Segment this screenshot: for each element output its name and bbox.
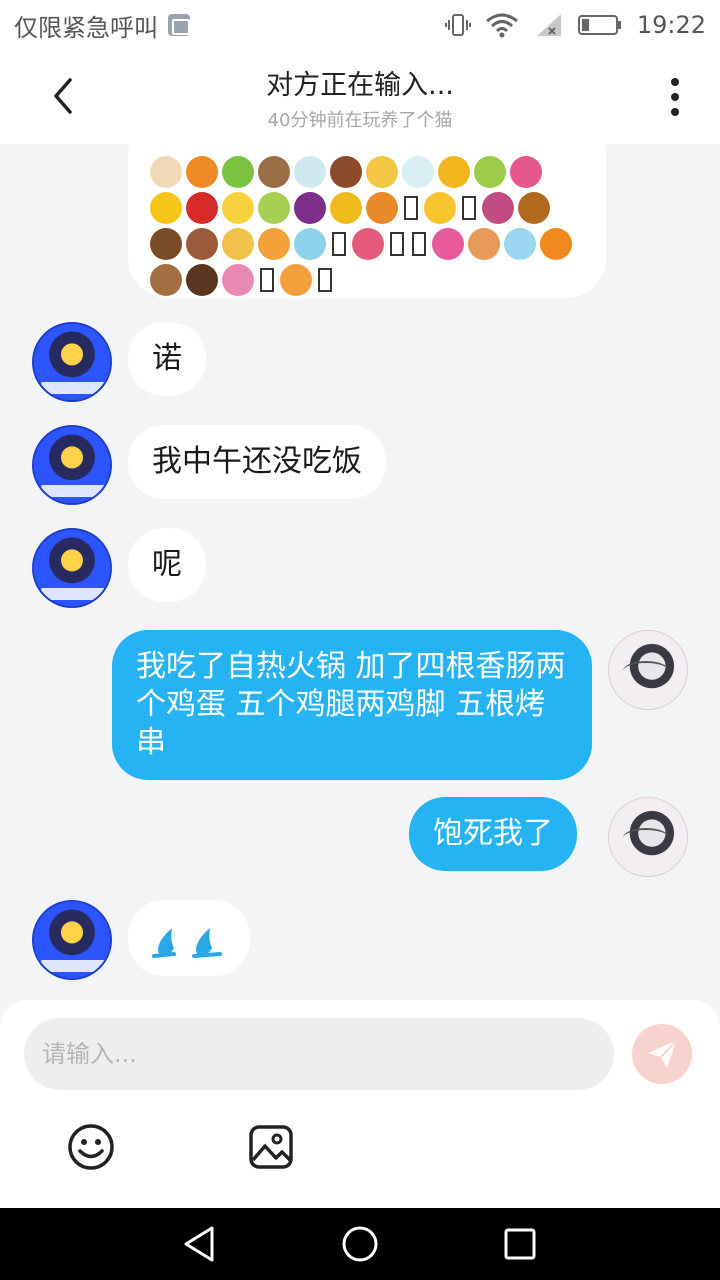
melon-emoji-icon: [258, 192, 290, 224]
emoji-row: [150, 154, 586, 190]
lollipop-emoji-icon: [432, 228, 464, 260]
coffee-emoji-icon: [330, 156, 362, 188]
contact-avatar[interactable]: [32, 528, 112, 608]
beer-emoji-icon: [366, 156, 398, 188]
banana-emoji-icon: [222, 192, 254, 224]
contact-avatar[interactable]: [32, 900, 112, 980]
emoji-row: [150, 262, 586, 298]
outgoing-message-bubble: 饱死我了: [409, 797, 577, 871]
pizza-emoji-icon: [258, 228, 290, 260]
my-avatar[interactable]: [608, 797, 688, 877]
chevron-left-icon: [54, 78, 72, 114]
lemon-emoji-icon: [150, 192, 182, 224]
sweat-droplets-icon: [152, 928, 222, 958]
circle-home-icon: [342, 1226, 378, 1262]
outgoing-message-bubble: 我吃了自热火锅 加了四根香肠两个鸡蛋 五个鸡腿两鸡脚 五根烤串: [112, 630, 592, 780]
fish-cake-emoji-icon: [352, 228, 384, 260]
cherry-emoji-icon: [186, 192, 218, 224]
candy-emoji-icon: [540, 228, 572, 260]
emoji-message-bubble: [128, 144, 606, 298]
pear-emoji-icon: [474, 156, 506, 188]
pudding-emoji-icon: [222, 228, 254, 260]
missing-glyph-icon: [462, 196, 476, 220]
cocktail-emoji-icon: [294, 156, 326, 188]
message-input[interactable]: [24, 1018, 614, 1090]
peach-emoji-icon: [510, 156, 542, 188]
emoji-button[interactable]: [66, 1122, 116, 1172]
tropical-drink-emoji-icon: [280, 264, 312, 296]
grapes-emoji-icon: [294, 192, 326, 224]
gallery-notification-icon: [168, 14, 190, 36]
drumstick-emoji-icon: [366, 192, 398, 224]
clock-time: 19:22: [636, 11, 706, 39]
missing-glyph-icon: [412, 232, 426, 256]
back-button[interactable]: [44, 76, 84, 116]
shaved-ice-emoji-icon: [294, 228, 326, 260]
emoji-row: [150, 190, 586, 226]
carrier-text: 仅限紧急呼叫: [14, 13, 158, 42]
incoming-message-bubble: 呢: [128, 528, 206, 602]
contact-avatar[interactable]: [32, 425, 112, 505]
corn-emoji-icon: [330, 192, 362, 224]
chat-title: 对方正在输入...: [266, 69, 454, 101]
chat-header: 对方正在输入... 40分钟前在玩养了个猫: [0, 50, 720, 144]
green-apple-emoji-icon: [222, 156, 254, 188]
chat-subtitle: 40分钟前在玩养了个猫: [267, 109, 453, 131]
send-button[interactable]: [632, 1024, 692, 1084]
contact-avatar[interactable]: [32, 322, 112, 402]
more-options-button[interactable]: [660, 74, 690, 120]
status-bar: 仅限紧急呼叫 19:22: [0, 0, 720, 50]
paper-plane-icon: [648, 1040, 677, 1068]
chestnut-emoji-icon: [150, 228, 182, 260]
navigation-bar: [0, 1208, 720, 1280]
missing-glyph-icon: [404, 196, 418, 220]
nav-home-button[interactable]: [340, 1224, 380, 1264]
sweet-potato-emoji-icon: [482, 192, 514, 224]
nav-recents-button[interactable]: [500, 1224, 540, 1264]
battery-icon: [577, 12, 623, 38]
title-block: 对方正在输入... 40分钟前在玩养了个猫: [266, 63, 454, 132]
vibrate-icon: [444, 12, 471, 38]
image-icon: [249, 1125, 293, 1169]
missing-glyph-icon: [260, 268, 274, 292]
baby-bottle-emoji-icon: [504, 228, 536, 260]
my-avatar[interactable]: [608, 630, 688, 710]
chocolate-emoji-icon: [186, 264, 218, 296]
signal-icon: [533, 12, 563, 38]
banana-emoji-icon: [424, 192, 456, 224]
missing-glyph-icon: [390, 232, 404, 256]
missing-glyph-icon: [318, 268, 332, 292]
triangle-back-icon: [184, 1226, 214, 1262]
honey-pot-emoji-icon: [518, 192, 550, 224]
image-button[interactable]: [246, 1122, 296, 1172]
emoji-row: [150, 226, 586, 262]
incoming-message-bubble: 我中午还没吃饭: [128, 425, 386, 499]
input-panel: [0, 1000, 720, 1208]
wifi-icon: [485, 12, 519, 38]
meat-on-bone-emoji-icon: [186, 228, 218, 260]
incoming-message-bubble: 诺: [128, 322, 206, 396]
doughnut-emoji-icon: [222, 264, 254, 296]
cookie-emoji-icon: [150, 264, 182, 296]
baby-bottle-emoji-icon: [402, 156, 434, 188]
more-vertical-icon: [671, 78, 679, 116]
chestnut-emoji-icon: [258, 156, 290, 188]
ice-cream-emoji-icon: [150, 156, 182, 188]
smiley-face-icon: [68, 1124, 114, 1170]
fried-egg-emoji-icon: [186, 156, 218, 188]
missing-glyph-icon: [332, 232, 346, 256]
nav-back-button[interactable]: [180, 1224, 220, 1264]
chat-area[interactable]: 诺 我中午还没吃饭 呢 我吃了自热火锅 加了四根香肠两个鸡蛋 五个鸡腿两鸡脚 五…: [0, 144, 720, 1000]
pineapple-emoji-icon: [438, 156, 470, 188]
wine-glass-emoji-icon: [468, 228, 500, 260]
status-right: 19:22: [444, 11, 706, 39]
square-recents-icon: [504, 1228, 536, 1260]
status-left: 仅限紧急呼叫: [14, 8, 190, 43]
